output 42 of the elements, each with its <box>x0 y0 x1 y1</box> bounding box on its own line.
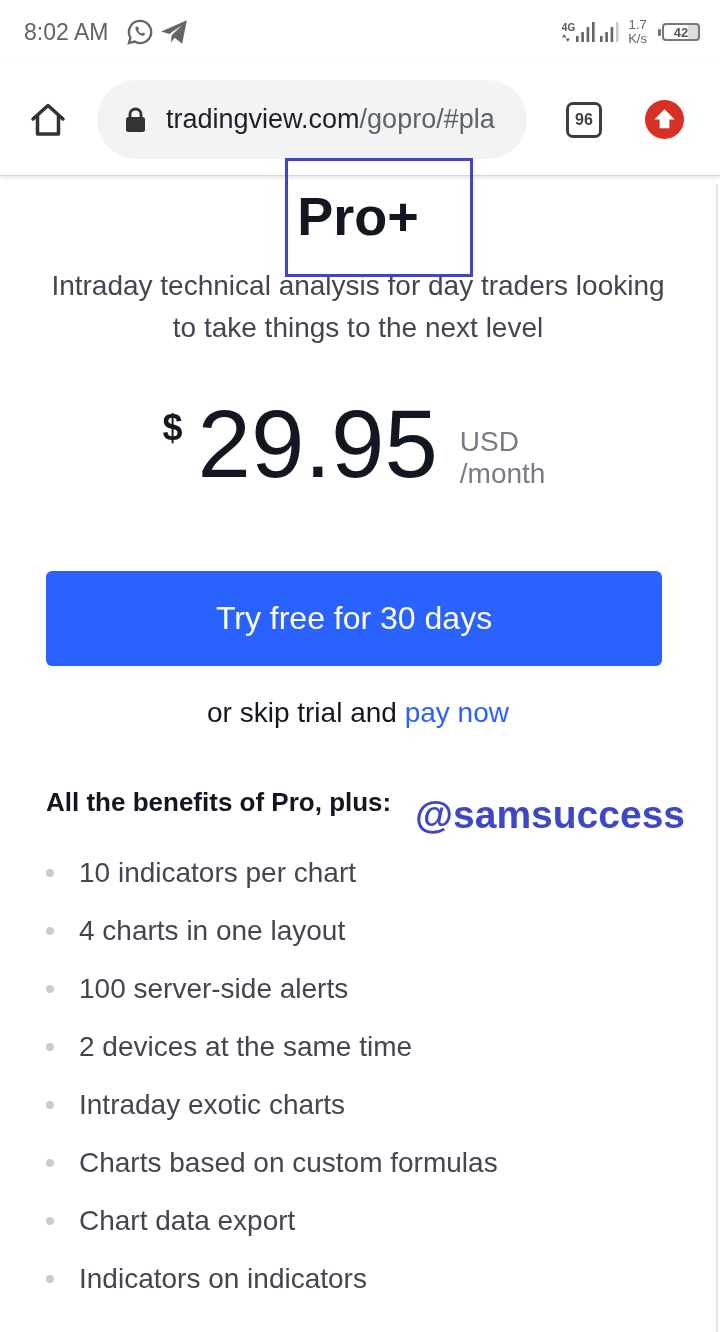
benefit-text: 4 charts in one layout <box>79 915 346 947</box>
signal-icon <box>600 22 620 42</box>
price-amount: 29.95 <box>197 396 438 492</box>
price-currency: USD <box>459 426 519 458</box>
benefit-text: 100 server-side alerts <box>79 973 349 1005</box>
currency-symbol: $ <box>162 408 183 448</box>
benefit-text: Charts based on custom formulas <box>79 1147 498 1179</box>
benefit-text: Intraday exotic charts <box>79 1089 346 1121</box>
battery-indicator: 42 <box>658 23 700 41</box>
tab-count-button[interactable]: 96 <box>566 101 602 138</box>
network-speed-unit: K/s <box>628 32 647 46</box>
benefit-text: 10 indicators per chart <box>79 857 357 889</box>
price-period: /month <box>459 458 546 490</box>
bullet-icon <box>46 1159 54 1167</box>
plan-description: Intraday technical analysis for day traders looking to take things to the next level <box>50 269 666 345</box>
status-time: 8:02 AM <box>24 18 109 46</box>
pay-now-link[interactable]: pay now <box>404 697 509 728</box>
paper-plane-icon <box>160 19 189 45</box>
trial-button[interactable]: Try free for 30 days <box>46 571 662 666</box>
plan-title: Pro+ <box>297 185 419 248</box>
bullet-icon <box>46 985 54 993</box>
bullet-icon <box>46 1275 54 1283</box>
bullet-icon <box>46 1101 54 1109</box>
network-type-label: 4G <box>561 23 576 33</box>
bullet-icon <box>46 927 54 935</box>
skip-trial-text: or skip trial and pay now <box>207 696 509 730</box>
benefit-text: 2 devices at the same time <box>79 1031 413 1063</box>
bullet-icon <box>46 869 54 877</box>
lock-icon <box>125 107 146 132</box>
benefits-heading: All the benefits of Pro, plus: <box>46 786 392 818</box>
network-speed: 1.7 <box>628 18 647 32</box>
benefit-text: Indicators on indicators <box>79 1263 367 1295</box>
data-arrows-icon <box>561 34 570 42</box>
bullet-icon <box>46 1043 54 1051</box>
bullet-icon <box>46 1217 54 1225</box>
handle-overlay-text: @samsuccess <box>415 792 686 838</box>
home-icon[interactable] <box>30 101 66 138</box>
address-bar[interactable]: tradingview.com/gopro/#pla <box>97 80 527 159</box>
benefit-text: Chart data export <box>79 1205 296 1237</box>
url-text: tradingview.com/gopro/#pla <box>166 104 495 135</box>
signal-icon <box>576 22 596 42</box>
phone-bubble-icon <box>126 18 155 46</box>
